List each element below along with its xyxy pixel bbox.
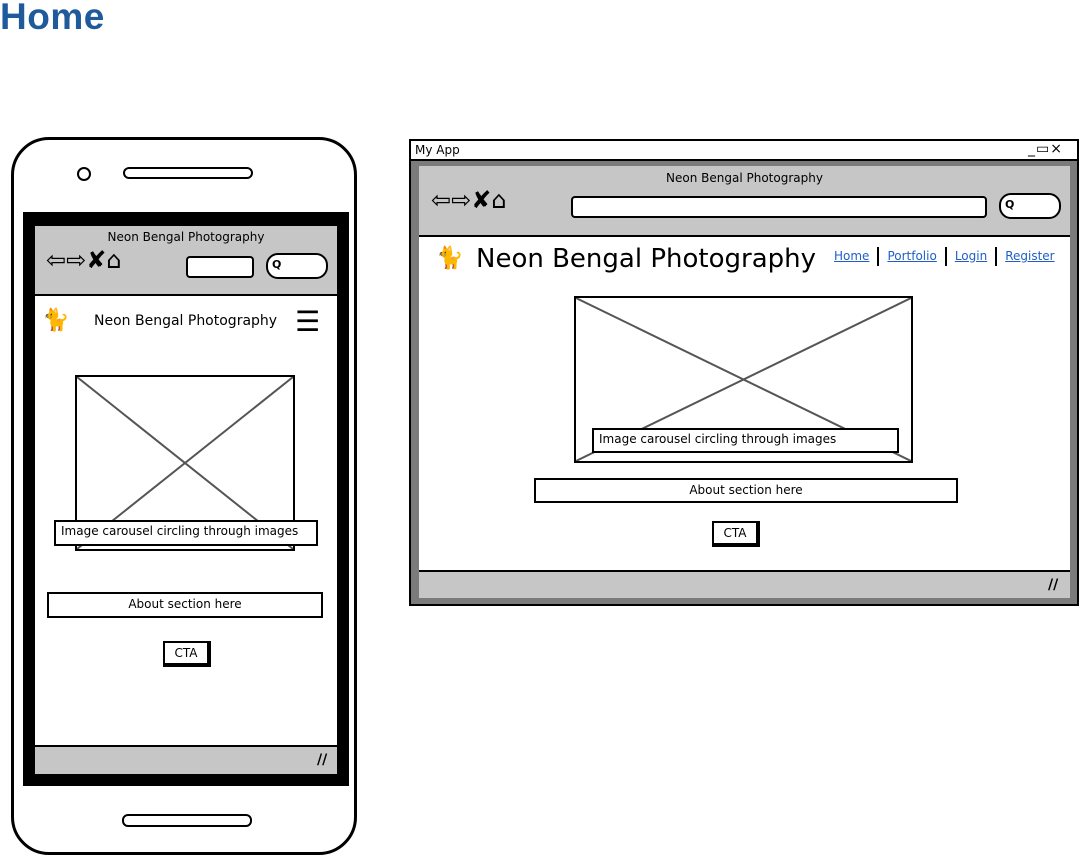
phone-about-section: About section here [47, 592, 323, 618]
nav-link-login[interactable]: Login [955, 249, 987, 263]
phone-nav-buttons: ⇦⇨✘⌂ [46, 248, 122, 272]
nav-link-portfolio[interactable]: Portfolio [887, 249, 936, 263]
desktop-nav-buttons: ⇦⇨✘⌂ [431, 188, 507, 212]
close-icon[interactable]: ✘ [86, 246, 106, 274]
close-icon[interactable]: ✘ [471, 186, 491, 214]
window-title: My App [415, 143, 460, 157]
cat-icon: 🐈 [436, 246, 464, 271]
desktop-status-bar [419, 570, 1070, 598]
search-icon: Q [1005, 198, 1015, 211]
phone-speaker [123, 167, 253, 179]
phone-cta-button[interactable]: CTA [163, 641, 211, 667]
resize-icon[interactable]: // [317, 752, 327, 768]
desktop-search-field[interactable]: Q [999, 193, 1061, 219]
phone-brand-name: Neon Bengal Photography [94, 313, 278, 329]
maximize-icon[interactable]: ▭ [1036, 141, 1050, 157]
phone-home-button[interactable] [122, 814, 252, 827]
back-icon[interactable]: ⇦ [431, 186, 451, 214]
window-controls: _▭× [1028, 141, 1063, 157]
back-icon[interactable]: ⇦ [46, 246, 66, 274]
forward-icon[interactable]: ⇨ [66, 246, 86, 274]
close-icon[interactable]: × [1050, 141, 1063, 157]
desktop-nav-links: Home Portfolio Login Register [834, 247, 1055, 266]
nav-divider [877, 247, 880, 266]
desktop-carousel-caption: Image carousel circling through images [592, 428, 899, 453]
phone-browser-title: Neon Bengal Photography [107, 230, 265, 244]
phone-camera [77, 167, 91, 181]
desktop-url-field[interactable] [571, 196, 987, 218]
desktop-brand-name: Neon Bengal Photography [476, 244, 816, 274]
resize-icon[interactable]: // [1048, 577, 1058, 593]
nav-link-register[interactable]: Register [1005, 249, 1054, 263]
phone-search-field[interactable]: Q [266, 253, 328, 279]
desktop-about-section: About section here [534, 478, 958, 503]
hamburger-icon[interactable]: ☰ [295, 308, 320, 336]
minimize-icon[interactable]: _ [1028, 141, 1036, 157]
page-title: Home [0, 0, 105, 37]
phone-carousel-caption: Image carousel circling through images [54, 520, 318, 546]
nav-divider [944, 247, 947, 266]
nav-divider [995, 247, 998, 266]
desktop-browser-title: Neon Bengal Photography [666, 171, 823, 185]
nav-link-home[interactable]: Home [834, 249, 869, 263]
cat-icon: 🐈 [42, 308, 70, 333]
home-icon[interactable]: ⌂ [491, 186, 506, 214]
window-titlebar [411, 141, 1077, 161]
phone-url-field[interactable] [186, 256, 254, 278]
desktop-cta-button[interactable]: CTA [712, 521, 760, 547]
forward-icon[interactable]: ⇨ [451, 186, 471, 214]
home-icon[interactable]: ⌂ [106, 246, 121, 274]
phone-status-bar [35, 745, 337, 774]
search-icon: Q [272, 258, 282, 271]
